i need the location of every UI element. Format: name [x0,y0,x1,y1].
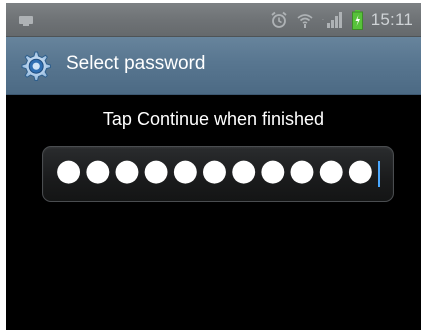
usb-debug-icon [19,16,33,26]
title-bar: Select password [6,37,421,95]
svg-text:.: . [322,15,324,22]
password-input[interactable]: ●●●●●●●●●●● [42,146,394,202]
alarm-icon [270,11,288,29]
status-bar: . 15:11 [6,3,421,37]
status-time: 15:11 [370,9,413,29]
battery-icon [351,9,363,30]
phone-screen: . 15:11 Select password Tap Continue whe… [6,3,421,330]
password-masked-value: ●●●●●●●●●●● [55,153,377,188]
text-cursor [378,161,381,187]
status-icons: . 15:11 [270,3,413,36]
settings-gear-icon [18,49,52,83]
wifi-icon [296,11,314,29]
signal-icon: . [322,11,344,29]
instruction-text: Tap Continue when finished [102,109,325,129]
page-title: Select password [66,53,206,74]
